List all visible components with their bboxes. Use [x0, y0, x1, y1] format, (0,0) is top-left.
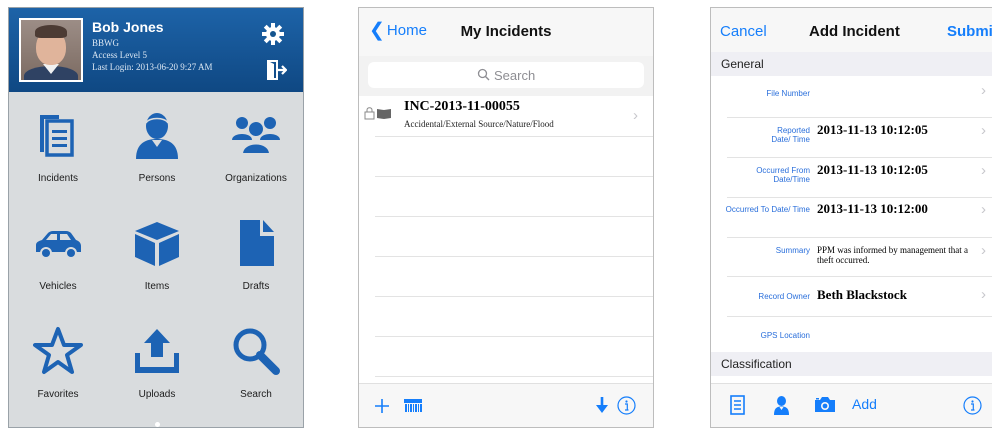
- tile-label: Incidents: [37, 173, 79, 184]
- row-divider: [727, 237, 992, 238]
- field-value: 2013-11-13 10:12:05: [817, 162, 928, 177]
- info-icon[interactable]: [617, 396, 636, 415]
- page-title: Add Incident: [809, 23, 900, 40]
- field-label: Occurred To Date/ Time: [725, 205, 810, 214]
- field-value: Beth Blackstock: [817, 287, 907, 302]
- add-button[interactable]: Add: [852, 396, 877, 412]
- row-divider: [727, 157, 992, 158]
- field-label: Summary: [775, 246, 810, 255]
- section-header-general: General: [711, 52, 992, 76]
- tile-label: Organizations: [225, 173, 287, 184]
- add-icon[interactable]: [375, 399, 389, 413]
- tile-label: Favorites: [37, 389, 79, 400]
- logout-icon[interactable]: [265, 59, 287, 81]
- row-divider: [375, 136, 653, 137]
- page-title: My Incidents: [460, 23, 552, 40]
- section-header-classification: Classification: [711, 352, 992, 376]
- tile-incidents[interactable]: Incidents: [9, 92, 107, 200]
- notes-icon[interactable]: [730, 395, 745, 415]
- row-divider: [727, 316, 992, 317]
- camera-icon[interactable]: [814, 396, 836, 413]
- incidents-icon: [40, 115, 74, 157]
- document-icon: [240, 220, 274, 266]
- toolbar: Add: [711, 383, 992, 427]
- chevron-right-icon: ›: [981, 286, 986, 303]
- user-name: Bob Jones: [92, 19, 164, 35]
- barcode-icon[interactable]: [404, 399, 422, 413]
- submit-button[interactable]: Submit: [947, 23, 992, 40]
- info-icon[interactable]: [963, 396, 982, 415]
- field-label: GPS Location: [760, 331, 810, 340]
- field-value: 2013-11-13 10:12:05: [817, 122, 928, 137]
- chevron-right-icon: ›: [981, 122, 986, 139]
- field-label: Record Owner: [758, 292, 810, 301]
- tile-label: Items: [144, 281, 170, 292]
- tile-drafts[interactable]: Drafts: [207, 200, 303, 308]
- lock-book-icon: [364, 107, 391, 120]
- tile-favorites[interactable]: Favorites: [9, 308, 107, 416]
- field-label: File Number: [766, 89, 810, 98]
- add-incident-screen: Cancel Add Incident Submit General File …: [710, 7, 992, 428]
- box-icon: [135, 222, 179, 266]
- home-screen: Bob Jones BBWG Access Level 5 Last Login…: [8, 7, 304, 428]
- chevron-right-icon: ›: [633, 107, 638, 124]
- incident-number: INC-2013-11-00055: [404, 99, 520, 114]
- person-icon: [136, 113, 178, 159]
- person-icon[interactable]: [773, 395, 790, 415]
- row-divider: [727, 117, 992, 118]
- search-placeholder: Search: [494, 68, 536, 83]
- tile-persons[interactable]: Persons: [108, 92, 206, 200]
- tile-label: Uploads: [138, 389, 176, 400]
- organizations-icon: [232, 117, 280, 155]
- search-icon: [477, 68, 490, 81]
- section-title: Classification: [721, 357, 792, 371]
- tile-items[interactable]: Items: [108, 200, 206, 308]
- search-input[interactable]: Search: [368, 62, 644, 88]
- tile-organizations[interactable]: Organizations: [207, 92, 303, 200]
- page-indicator[interactable]: [155, 422, 160, 427]
- row-divider: [375, 336, 653, 337]
- tile-label: Drafts: [242, 281, 270, 292]
- user-header: Bob Jones BBWG Access Level 5 Last Login…: [9, 8, 303, 92]
- field-value: 2013-11-13 10:12:00: [817, 201, 928, 216]
- toolbar: [359, 383, 653, 427]
- row-divider: [375, 256, 653, 257]
- tile-label: Persons: [138, 173, 176, 184]
- user-access-level: Access Level 5: [92, 50, 147, 60]
- row-divider: [727, 276, 992, 277]
- chevron-right-icon: ›: [981, 82, 986, 99]
- row-divider: [375, 376, 653, 377]
- row-divider: [375, 176, 653, 177]
- row-divider: [727, 197, 992, 198]
- user-last-login: Last Login: 2013-06-20 9:27 AM: [92, 62, 213, 72]
- field-label: Reported Date/ Time: [771, 126, 810, 144]
- chevron-right-icon: ›: [981, 242, 986, 259]
- field-value: PPM was informed by management that a th…: [817, 245, 968, 265]
- upload-icon: [135, 329, 179, 373]
- field-label: Occurred From Date/Time: [756, 166, 810, 184]
- chevron-right-icon: ›: [981, 201, 986, 218]
- tile-search[interactable]: Search: [207, 308, 303, 416]
- cancel-button[interactable]: Cancel: [720, 23, 767, 40]
- tile-label: Search: [240, 389, 272, 400]
- section-title: General: [721, 57, 764, 71]
- nav-bar: ❮ Home My Incidents: [359, 8, 653, 56]
- tile-vehicles[interactable]: Vehicles: [9, 200, 107, 308]
- search-icon: [233, 328, 280, 375]
- avatar: [19, 18, 83, 82]
- search-bar: Search: [359, 56, 653, 96]
- nav-bar: Cancel Add Incident Submit: [711, 8, 992, 56]
- row-divider: [375, 296, 653, 297]
- incidents-list-screen: ❮ Home My Incidents Search INC-2013-11-00…: [358, 7, 654, 428]
- gear-icon[interactable]: [261, 22, 285, 46]
- row-divider: [375, 216, 653, 217]
- star-icon: [33, 327, 83, 374]
- user-org: BBWG: [92, 38, 119, 48]
- tile-label: Vehicles: [39, 281, 77, 292]
- car-icon: [36, 231, 81, 259]
- download-icon[interactable]: [595, 397, 609, 414]
- chevron-right-icon: ›: [981, 162, 986, 179]
- tile-uploads[interactable]: Uploads: [108, 308, 206, 416]
- incident-category: Accidental/External Source/Nature/Flood: [404, 119, 554, 129]
